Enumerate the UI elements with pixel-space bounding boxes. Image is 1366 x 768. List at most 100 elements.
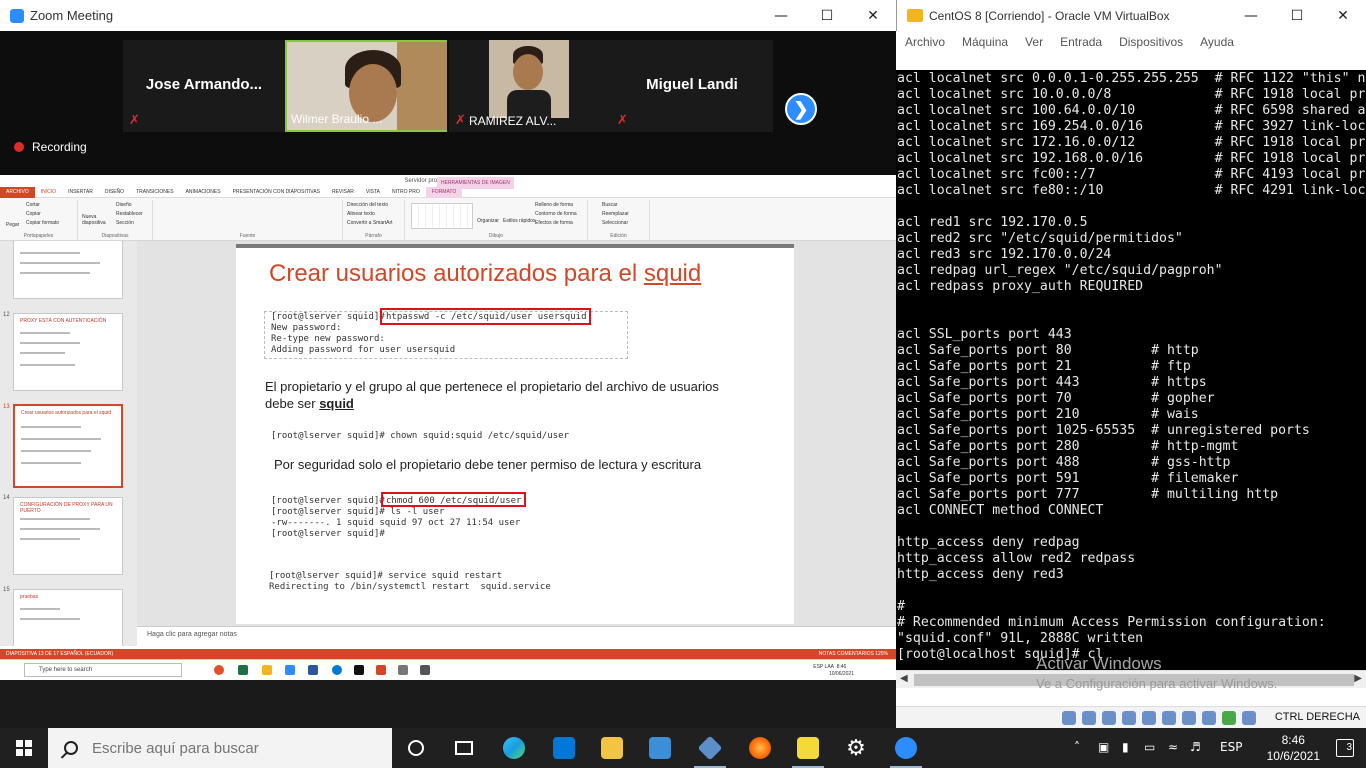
mouse-integration-icon[interactable]	[1242, 711, 1256, 725]
slide-title[interactable]: Crear usuarios autorizados para el squid	[269, 260, 701, 288]
settings-icon[interactable]	[398, 665, 408, 675]
text-direction-button[interactable]: Dirección del texto	[347, 202, 388, 208]
minimize-icon[interactable]: —	[758, 0, 804, 31]
folder-icon[interactable]	[262, 665, 272, 675]
menu-archivo[interactable]: Archivo	[905, 35, 945, 49]
ppt-tab[interactable]: ARCHIVO	[0, 186, 35, 198]
slide-thumbnail-selected[interactable]: Crear usuarios autorizados para el squid	[13, 404, 123, 488]
replace-button[interactable]: Reemplazar	[602, 211, 629, 217]
slide-thumbnail[interactable]: PROXY ESTÁ CON AUTENTICACIÓN	[13, 313, 123, 391]
taskbar-clock[interactable]: 8:46 10/6/2021	[1267, 732, 1320, 764]
find-button[interactable]: Buscar	[602, 202, 618, 208]
scroll-left-icon[interactable]: ◀	[900, 673, 908, 684]
layout-button[interactable]: Diseño	[116, 202, 132, 208]
smartart-button[interactable]: Convertir a SmartArt	[347, 220, 393, 226]
store-button[interactable]	[540, 728, 588, 768]
optical-drive-icon[interactable]	[1082, 711, 1096, 725]
section-button[interactable]: Sección	[116, 220, 134, 226]
participant-tile[interactable]: ✗ RAMIREZ ALV...	[449, 40, 611, 132]
cpu-icon[interactable]	[1222, 711, 1236, 725]
zoom-titlebar[interactable]: Zoom Meeting — ☐ ✕	[0, 0, 896, 31]
maximize-icon[interactable]: ☐	[804, 0, 850, 31]
close-icon[interactable]: ✕	[850, 0, 896, 31]
zoom-icon[interactable]	[285, 665, 295, 675]
meet-now-icon[interactable]: ▣	[1098, 740, 1109, 754]
shape-fill-button[interactable]: Relleno de forma	[535, 202, 573, 208]
paste-button[interactable]: Pegar	[6, 222, 19, 228]
vm-console[interactable]: acl localnet src 0.0.0.1-0.255.255.255 #…	[896, 70, 1366, 670]
ppt-tab[interactable]: ANIMACIONES	[180, 187, 227, 198]
minimize-icon[interactable]: —	[1228, 0, 1274, 31]
virtualbox-button[interactable]	[686, 728, 734, 768]
word-icon[interactable]	[308, 665, 318, 675]
new-slide-button[interactable]: Nueva diapositiva	[82, 214, 112, 226]
slide-thumbnail[interactable]: CONFIGURACIÓN DE PROXY PARA UN PUERTO	[13, 497, 123, 575]
settings-button[interactable]: ⚙	[832, 728, 880, 768]
ppt-tab[interactable]: INSERTAR	[62, 187, 99, 198]
firefox-button[interactable]	[736, 728, 784, 768]
arrange-button[interactable]: Organizar	[477, 218, 499, 224]
cut-button[interactable]: Cortar	[26, 202, 40, 208]
microphone-icon[interactable]: ▮	[1122, 740, 1129, 754]
usb-icon[interactable]	[1142, 711, 1156, 725]
shape-effects-button[interactable]: Efectos de forma	[535, 220, 573, 226]
menu-entrada[interactable]: Entrada	[1060, 35, 1102, 49]
hdd-icon[interactable]	[1062, 711, 1076, 725]
task-view-button[interactable]	[440, 728, 488, 768]
start-button[interactable]	[0, 728, 48, 768]
shapes-gallery[interactable]	[411, 203, 473, 229]
current-slide[interactable]: Crear usuarios autorizados para el squid…	[236, 244, 794, 624]
participant-tile[interactable]: Miguel Landi ✗	[611, 40, 773, 132]
powerpoint-icon[interactable]	[376, 665, 386, 675]
terminal-icon[interactable]	[354, 665, 364, 675]
taskbar-search[interactable]	[48, 728, 392, 768]
shape-outline-button[interactable]: Contorno de forma	[535, 211, 577, 217]
ppt-tab[interactable]: PRESENTACIÓN CON DIAPOSITIVAS	[227, 187, 326, 198]
notifications-icon[interactable]: 3	[1336, 739, 1354, 757]
audio-icon[interactable]	[1102, 711, 1116, 725]
quick-styles-button[interactable]: Estilos rápidos	[503, 218, 536, 224]
reset-button[interactable]: Restablecer	[116, 211, 143, 217]
edge-icon[interactable]	[332, 665, 342, 675]
ppt-tab[interactable]: DISEÑO	[99, 187, 130, 198]
ppt-tab[interactable]: VISTA	[360, 187, 386, 198]
select-button[interactable]: Seleccionar	[602, 220, 628, 226]
language-indicator[interactable]: ESP	[1220, 740, 1242, 754]
participant-tile[interactable]: Jose Armando... ✗	[123, 40, 285, 132]
scroll-right-icon[interactable]: ▶	[1354, 673, 1362, 684]
menu-ayuda[interactable]: Ayuda	[1200, 35, 1234, 49]
slide-thumbnail-pane[interactable]: 12 PROXY ESTÁ CON AUTENTICACIÓN 13 Crear…	[0, 241, 137, 646]
ppt-tab[interactable]: NITRO PRO	[386, 187, 426, 198]
shared-folders-icon[interactable]	[1162, 711, 1176, 725]
edge-button[interactable]	[490, 728, 538, 768]
slide-editing-area[interactable]: Crear usuarios autorizados para el squid…	[137, 241, 896, 626]
menu-maquina[interactable]: Máquina	[962, 35, 1008, 49]
wifi-icon[interactable]: ≈	[1168, 740, 1178, 754]
cortana-button[interactable]	[392, 728, 440, 768]
show-hidden-icons-chevron-icon[interactable]: ˄	[1074, 740, 1080, 754]
ppt-tab[interactable]: INICIO	[35, 187, 62, 198]
chrome-icon[interactable]	[214, 665, 224, 675]
menu-dispositivos[interactable]: Dispositivos	[1119, 35, 1183, 49]
notes-pane[interactable]: Haga clic para agregar notas	[137, 626, 896, 646]
close-icon[interactable]: ✕	[1320, 0, 1366, 31]
recording-icon[interactable]	[1202, 711, 1216, 725]
align-text-button[interactable]: Alinear texto	[347, 211, 375, 217]
inner-search-box[interactable]: Type here to search	[24, 663, 182, 677]
zoom-button[interactable]	[882, 728, 930, 768]
network-icon[interactable]	[1122, 711, 1136, 725]
view-controls[interactable]: NOTAS COMENTARIOS 125%	[819, 651, 896, 657]
display-icon[interactable]: ▭	[1144, 740, 1155, 754]
ppt-tab[interactable]: TRANSICIONES	[130, 187, 180, 198]
network-app-button[interactable]	[636, 728, 684, 768]
maximize-icon[interactable]: ☐	[1274, 0, 1320, 31]
sticky-notes-button[interactable]	[784, 728, 832, 768]
gear-icon[interactable]	[420, 665, 430, 675]
virtualbox-titlebar[interactable]: CentOS 8 [Corriendo] - Oracle VM Virtual…	[896, 0, 1366, 31]
ppt-tab[interactable]: REVISAR	[326, 187, 360, 198]
volume-icon[interactable]: ♬	[1190, 740, 1201, 754]
search-input[interactable]	[92, 739, 372, 757]
slide-thumbnail[interactable]	[13, 241, 123, 299]
excel-icon[interactable]	[238, 665, 248, 675]
file-explorer-button[interactable]	[588, 728, 636, 768]
